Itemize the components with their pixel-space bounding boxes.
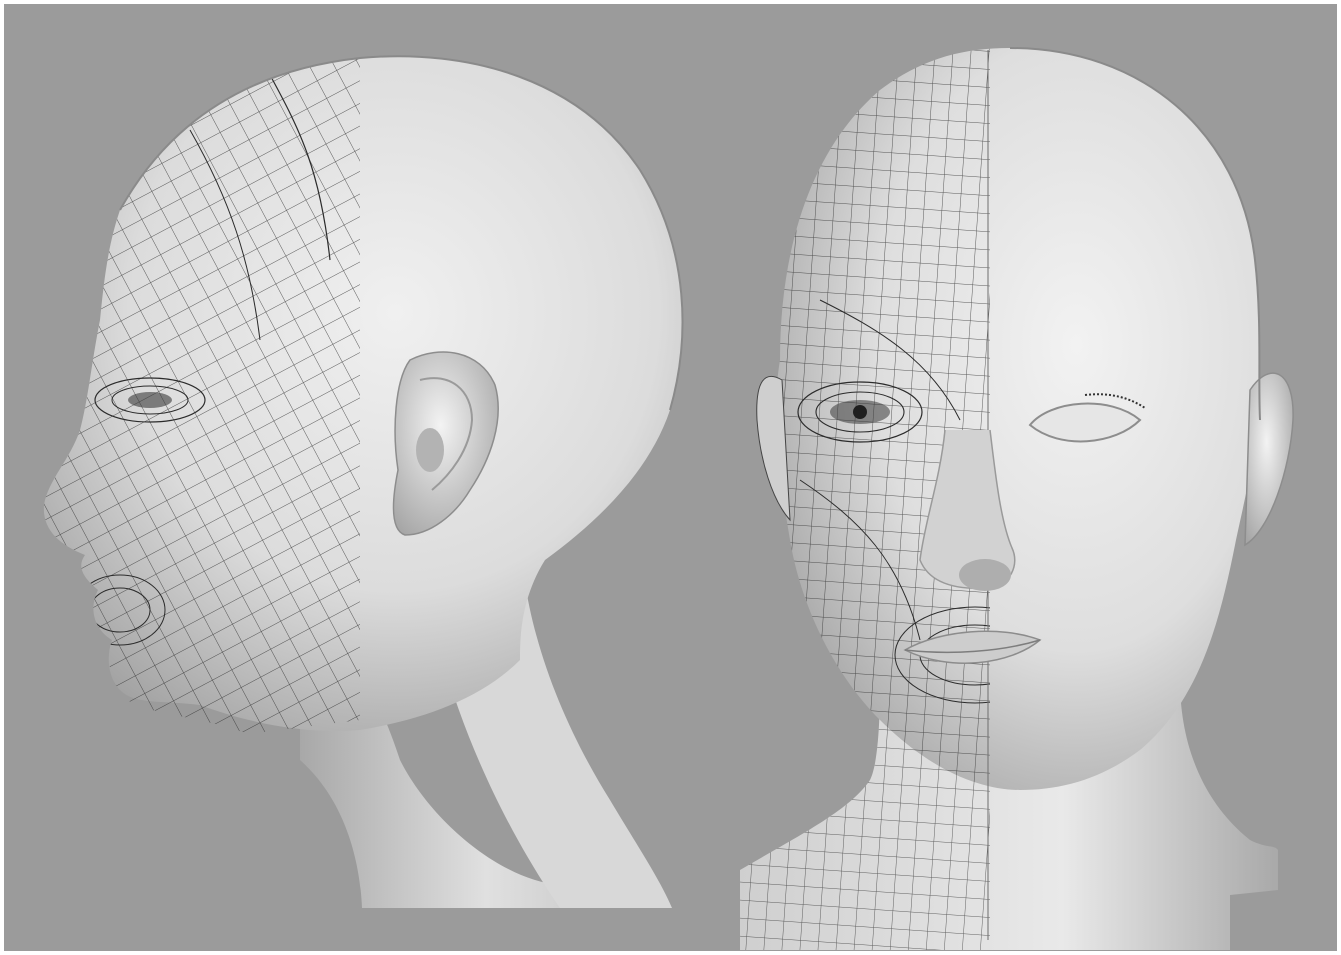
render-viewport xyxy=(0,0,1341,955)
head-renders xyxy=(0,0,1341,955)
